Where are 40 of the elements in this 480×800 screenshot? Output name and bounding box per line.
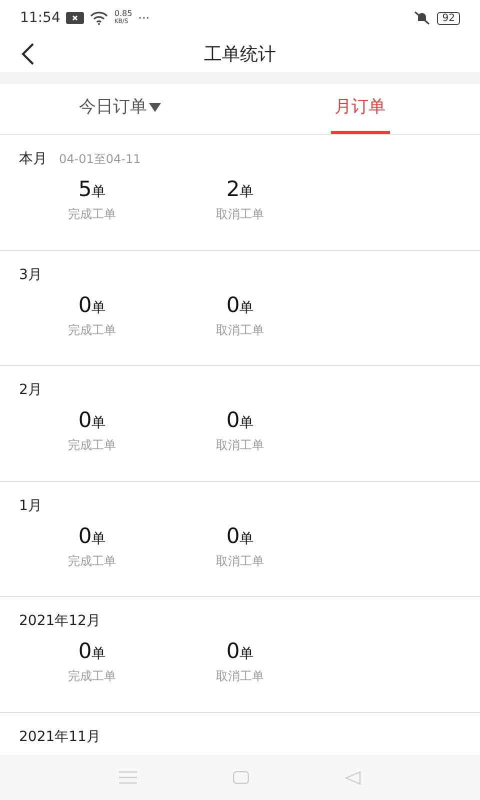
page-title: 工单统计 — [204, 42, 276, 66]
order-count: 0单 — [78, 522, 106, 550]
count-label: 取消工单 — [216, 437, 264, 454]
status-time: 11:54 — [20, 8, 60, 28]
tab[interactable]: 月订单 — [330, 84, 390, 134]
wifi-icon — [90, 11, 108, 25]
order-count: 0单 — [226, 522, 254, 550]
home-icon[interactable] — [233, 771, 249, 784]
month-label: 2月 — [19, 381, 42, 400]
order-count: 5单 — [78, 176, 106, 203]
month-label: 2021年11月 — [19, 728, 100, 746]
back-nav-icon[interactable] — [345, 770, 361, 784]
order-count: 0单 — [78, 638, 106, 665]
count-label: 取消工单 — [216, 322, 264, 338]
count-label: 完成工单 — [68, 322, 116, 338]
month-label: 2021年12月 — [19, 612, 100, 631]
count-label: 完成工单 — [68, 437, 116, 454]
count-label: 取消工单 — [216, 552, 264, 570]
count-label: 完成工单 — [68, 668, 116, 685]
order-count: 0单 — [78, 407, 106, 434]
order-count: 0单 — [226, 407, 254, 434]
notification-icon — [66, 12, 84, 24]
order-count: 0单 — [226, 638, 254, 665]
muted-bell-icon — [413, 11, 432, 25]
battery-indicator: 92 — [437, 12, 460, 24]
date-range: 04-01至04-11 — [59, 151, 141, 168]
month-label: 本月 — [19, 150, 47, 169]
count-label: 取消工单 — [216, 206, 264, 223]
order-count: 0单 — [226, 292, 254, 318]
more-indicator: ··· — [138, 10, 150, 27]
order-count: 2单 — [226, 176, 254, 203]
count-label: 完成工单 — [68, 552, 116, 570]
menu-icon[interactable] — [119, 771, 137, 784]
network-speed: 0.85 — [114, 10, 132, 18]
month-label: 3月 — [19, 266, 42, 284]
tab[interactable]: 今日订单 — [75, 84, 165, 134]
order-count: 0单 — [78, 292, 106, 318]
count-label: 取消工单 — [216, 668, 264, 685]
month-label: 1月 — [19, 496, 42, 516]
count-label: 完成工单 — [68, 206, 116, 223]
